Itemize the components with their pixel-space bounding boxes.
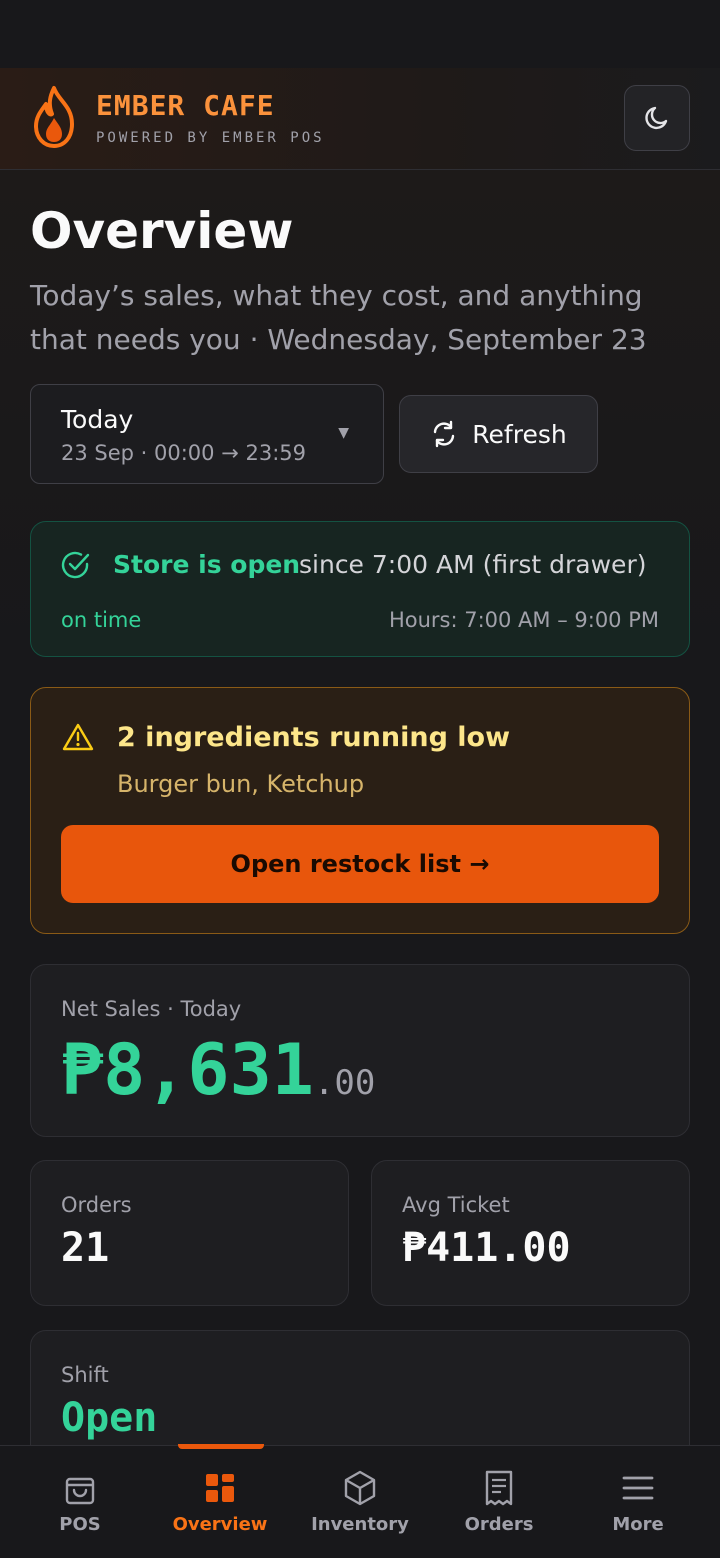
receipt-icon [485,1470,513,1506]
flame-logo-icon [34,86,74,148]
store-punctuality: on time [61,608,142,632]
store-hours: Hours: 7:00 AM – 9:00 PM [388,608,659,632]
refresh-label: Refresh [472,419,567,449]
tab-orders-label: Orders [464,1514,534,1535]
orders-card: Orders 21 [30,1160,349,1306]
net-sales-decimal: .00 [313,1063,376,1103]
avg-ticket-value: ₱411.00 [402,1225,571,1271]
orders-label: Orders [61,1193,132,1217]
app-header: EMBER CAFE POWERED BY EMBER POS [0,68,720,170]
date-range-detail: 23 Sep · 00:00 → 23:59 [61,441,306,465]
check-circle-icon [61,551,90,579]
theme-toggle-button[interactable] [624,85,690,151]
net-sales-card: Net Sales · Today ₱8,631.00 [30,964,690,1137]
tab-more[interactable]: More [566,1446,710,1558]
store-status-card: Store is open since 7:00 AM (first drawe… [30,521,690,657]
orders-value: 21 [61,1225,110,1271]
refresh-button[interactable]: Refresh [399,395,598,473]
low-stock-title: 2 ingredients running low [117,722,511,753]
shift-value: Open [61,1395,158,1441]
box-icon [344,1470,376,1506]
store-status: Store is open [113,550,301,579]
tab-orders[interactable]: Orders [427,1446,571,1558]
bag-icon [65,1477,95,1505]
tab-inventory[interactable]: Inventory [288,1446,432,1558]
overview-page: Overview Today’s sales, what they cost, … [0,170,720,1445]
date-range-select[interactable]: Today 23 Sep · 00:00 → 23:59 ▼ [30,384,384,484]
chevron-down-icon: ▼ [338,425,349,441]
avg-ticket-card: Avg Ticket ₱411.00 [371,1160,690,1306]
shift-card: Shift Open [30,1330,690,1445]
brand: EMBER CAFE POWERED BY EMBER POS [96,88,325,146]
date-range-label: Today [61,405,134,434]
tab-pos-label: POS [59,1514,101,1535]
brand-name: EMBER CAFE [96,89,275,122]
tab-overview-label: Overview [172,1514,268,1535]
tab-pos[interactable]: POS [8,1446,152,1558]
net-sales-amount: ₱8,631 [61,1029,314,1111]
brand-subtitle: POWERED BY EMBER POS [96,130,325,146]
warning-icon [62,723,94,751]
status-bar [0,0,720,68]
refresh-icon [434,420,455,448]
avg-ticket-label: Avg Ticket [402,1193,510,1217]
tab-more-label: More [612,1514,664,1535]
open-restock-list-button[interactable]: Open restock list → [61,825,659,903]
low-stock-alert: 2 ingredients running low Burger bun, Ke… [30,687,690,934]
tab-inventory-label: Inventory [311,1514,409,1535]
page-title: Overview [30,202,294,260]
dashboard-icon [206,1474,234,1502]
bottom-tab-bar: POS Overview Inventory Orders More [0,1444,720,1558]
menu-icon [622,1476,654,1500]
store-open-since: since 7:00 AM (first drawer) [299,550,647,579]
net-sales-value: ₱8,631.00 [61,1029,375,1111]
net-sales-label: Net Sales · Today [61,997,242,1021]
moon-icon [645,106,668,130]
tab-overview[interactable]: Overview [148,1446,292,1558]
page-subtitle: Today’s sales, what they cost, and anyth… [30,279,647,356]
shift-label: Shift [61,1363,109,1387]
low-stock-items: Burger bun, Ketchup [117,770,365,798]
